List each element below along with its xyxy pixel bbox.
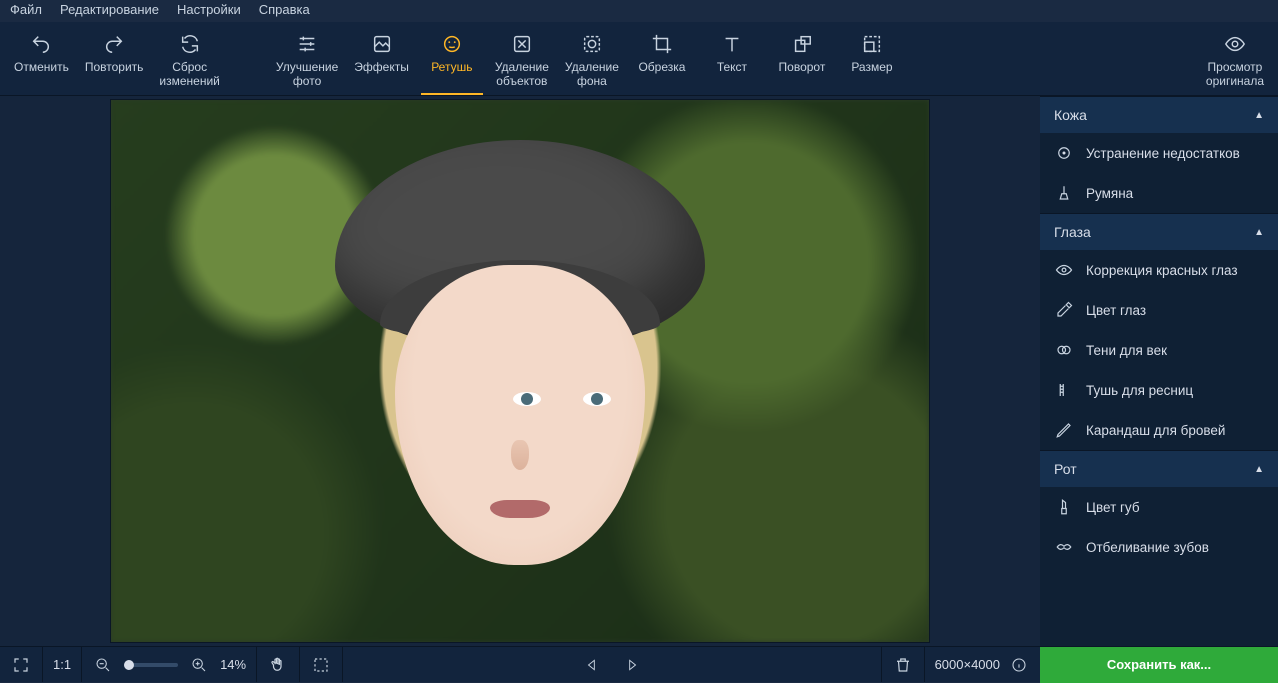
resize-button[interactable]: Размер [837,26,907,90]
item-label: Цвет губ [1086,500,1140,515]
retouch-button[interactable]: Ретушь [417,26,487,90]
item-label: Устранение недостатков [1086,146,1240,161]
item-eyecolor[interactable]: Цвет глаз [1040,290,1278,330]
section-skin-label: Кожа [1054,107,1087,123]
brush-icon [1054,183,1074,203]
remove-obj-label: Удаление объектов [495,60,549,88]
marquee-tool-button[interactable] [310,654,332,676]
mascara-icon [1054,380,1074,400]
menu-help[interactable]: Справка [259,2,310,20]
redo-button[interactable]: Повторить [77,26,152,90]
section-eyes[interactable]: Глаза ▲ [1040,213,1278,250]
text-label: Текст [717,60,747,74]
item-brow[interactable]: Карандаш для бровей [1040,410,1278,450]
pencil-icon [1054,420,1074,440]
redo-label: Повторить [85,60,144,74]
item-mascara[interactable]: Тушь для ресниц [1040,370,1278,410]
section-mouth-label: Рот [1054,461,1077,477]
item-label: Тушь для ресниц [1086,383,1193,398]
chevron-up-icon: ▲ [1254,227,1264,238]
save-label: Сохранить как... [1107,657,1211,672]
item-blush[interactable]: Румяна [1040,173,1278,213]
eye-icon [1054,260,1074,280]
reset-icon [176,32,204,56]
text-button[interactable]: Текст [697,26,767,90]
enhance-label: Улучшение фото [276,60,338,88]
item-redeye[interactable]: Коррекция красных глаз [1040,250,1278,290]
fullscreen-button[interactable] [10,654,32,676]
text-icon [718,32,746,56]
resize-label: Размер [851,60,892,74]
eye-icon [1221,32,1249,56]
remove-objects-button[interactable]: Удаление объектов [487,26,557,90]
reset-button[interactable]: Сброс изменений [151,26,227,90]
enhance-button[interactable]: Улучшение фото [268,26,346,90]
remove-bg-button[interactable]: Удаление фона [557,26,627,90]
chevron-up-icon: ▲ [1254,464,1264,475]
item-lipcolor[interactable]: Цвет губ [1040,487,1278,527]
hand-tool-button[interactable] [267,654,289,676]
menu-settings[interactable]: Настройки [177,2,241,20]
photo-canvas [110,99,930,643]
item-blemish[interactable]: Устранение недостатков [1040,133,1278,173]
effects-icon [368,32,396,56]
remove-bg-label: Удаление фона [565,60,619,88]
zoom-slider[interactable] [124,663,178,667]
lipstick-icon [1054,497,1074,517]
face-icon [438,32,466,56]
rotate-button[interactable]: Поворот [767,26,837,90]
item-label: Цвет глаз [1086,303,1146,318]
canvas-area[interactable] [0,96,1040,646]
eraser-icon [508,32,536,56]
section-eyes-label: Глаза [1054,224,1091,240]
image-dimensions: 6000×4000 [935,657,1000,672]
item-label: Коррекция красных глаз [1086,263,1238,278]
sliders-icon [293,32,321,56]
info-icon[interactable] [1008,654,1030,676]
crop-label: Обрезка [638,60,685,74]
save-as-button[interactable]: Сохранить как... [1040,647,1278,683]
rotate-label: Поворот [779,60,826,74]
shadow-icon [1054,340,1074,360]
bg-icon [578,32,606,56]
next-button[interactable] [621,654,643,676]
section-mouth[interactable]: Рот ▲ [1040,450,1278,487]
resize-icon [858,32,886,56]
menu-edit[interactable]: Редактирование [60,2,159,20]
item-label: Карандаш для бровей [1086,423,1225,438]
prev-button[interactable] [581,654,603,676]
zoom-in-button[interactable] [188,654,210,676]
zoom-value: 14% [220,657,246,672]
effects-button[interactable]: Эффекты [346,26,417,90]
undo-icon [27,32,55,56]
reset-label: Сброс изменений [159,60,219,88]
section-skin[interactable]: Кожа ▲ [1040,96,1278,133]
undo-button[interactable]: Отменить [6,26,77,90]
rotate-icon [788,32,816,56]
retouch-sidebar: Кожа ▲ Устранение недостатков Румяна Гла… [1040,96,1278,646]
redo-icon [100,32,128,56]
lips-icon [1054,537,1074,557]
item-eyeshadow[interactable]: Тени для век [1040,330,1278,370]
effects-label: Эффекты [354,60,409,74]
crop-icon [648,32,676,56]
chevron-up-icon: ▲ [1254,110,1264,121]
dropper-icon [1054,300,1074,320]
item-whiten[interactable]: Отбеливание зубов [1040,527,1278,567]
undo-label: Отменить [14,60,69,74]
zoom-out-button[interactable] [92,654,114,676]
crop-button[interactable]: Обрезка [627,26,697,90]
view-original-button[interactable]: Просмотр оригинала [1198,26,1272,90]
target-icon [1054,143,1074,163]
retouch-label: Ретушь [431,60,472,74]
original-label: Просмотр оригинала [1206,60,1264,88]
menu-file[interactable]: Файл [10,2,42,20]
delete-button[interactable] [892,654,914,676]
fit-button[interactable]: 1:1 [53,657,71,672]
item-label: Отбеливание зубов [1086,540,1209,555]
item-label: Тени для век [1086,343,1167,358]
item-label: Румяна [1086,186,1133,201]
